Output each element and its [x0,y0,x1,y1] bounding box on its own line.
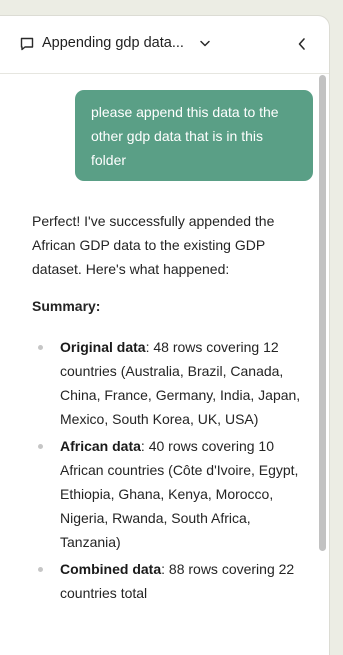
summary-list: Original data: 48 rows covering 12 count… [32,335,312,605]
item-label: Combined data [60,561,162,577]
chat-bubble-icon [20,37,34,51]
chat-title[interactable]: Appending gdp data... [42,35,184,51]
list-item: African data: 40 rows covering 10 Africa… [32,434,312,554]
item-label: Original data [60,339,146,355]
chat-header: Appending gdp data... [0,16,329,74]
chat-panel: Appending gdp data... please append this… [0,15,330,655]
bullet-icon [38,567,43,572]
chevron-down-icon[interactable] [199,39,211,48]
assistant-message: Perfect! I've successfully appended the … [32,209,312,608]
assistant-intro: Perfect! I've successfully appended the … [32,213,275,277]
item-label: African data [60,438,141,454]
list-item: Original data: 48 rows covering 12 count… [32,335,312,431]
bullet-icon [38,444,43,449]
list-item: Combined data: 88 rows covering 22 count… [32,557,312,605]
chevron-left-icon[interactable] [296,37,308,51]
user-message-bubble: please append this data to the other gdp… [75,90,313,181]
summary-heading: Summary: [32,298,101,314]
bullet-icon [38,345,43,350]
user-message-text: please append this data to the other gdp… [91,104,279,168]
scrollbar[interactable] [319,75,326,551]
item-text: : 40 rows covering 10 African countries … [60,438,299,550]
